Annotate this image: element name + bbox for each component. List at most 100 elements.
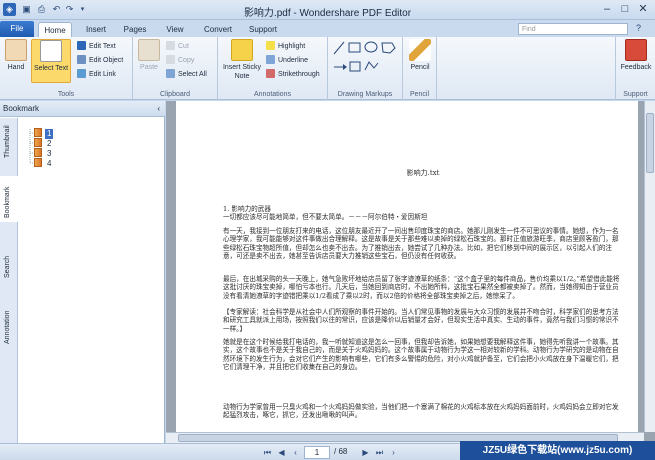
minimize-icon[interactable]: –	[600, 2, 614, 16]
tab-annotation[interactable]: Annotation	[0, 296, 18, 348]
annotations-group-label: Annotations	[254, 91, 291, 98]
highlight-icon	[266, 41, 275, 50]
tab-pages[interactable]: Pages	[118, 22, 152, 37]
document-paragraph: 动物行为学家曾用一只臭火鸡和一个火鸡妈妈做实验，当他们把一个塞满了棉花的火鸡标本…	[223, 403, 619, 420]
panel-title: Bookmark	[3, 104, 40, 113]
tab-search[interactable]: Search	[0, 244, 18, 284]
tab-support[interactable]: Support	[243, 22, 283, 37]
bookmark-item[interactable]: 1	[34, 128, 54, 139]
tab-convert[interactable]: Convert	[198, 22, 238, 37]
copy-button[interactable]: Copy	[166, 55, 194, 66]
strikethrough-icon	[266, 69, 275, 78]
ribbon-tabs: File Home Insert Pages View Convert Supp…	[0, 20, 655, 37]
underline-icon	[266, 55, 275, 64]
tab-thumbnail[interactable]: Thumbnail	[0, 118, 18, 164]
drawing-shapes[interactable]	[332, 40, 398, 76]
document-heading: 影响力.txt	[406, 169, 440, 177]
tab-home[interactable]: Home	[38, 22, 72, 37]
copy-icon	[166, 55, 175, 64]
document-paragraph: 她就是在这个时候给我打电话的，我一听就知道这是怎么一回事，但我却告诉她，如果她想…	[223, 338, 619, 372]
bookmark-item[interactable]: 4	[34, 158, 53, 168]
document-view[interactable]: 影响力.txt 1. 影响力的武器 一切都应该尽可能地简单，但不要太简单。－－－…	[166, 101, 655, 443]
tools-group-label: Tools	[57, 91, 75, 98]
pencil-group: Pencil Pencil	[403, 37, 437, 100]
file-menu-button[interactable]: File	[0, 21, 34, 37]
close-icon[interactable]: ✕	[636, 2, 650, 16]
edit-link-icon	[77, 69, 86, 78]
forward-icon[interactable]: ›	[388, 447, 399, 458]
watermark-banner: JZ5U绿色下载站(www.jz5u.com)	[460, 441, 655, 460]
vertical-scrollbar[interactable]	[644, 101, 655, 432]
page-total: / 68	[334, 447, 348, 456]
bookmark-item[interactable]: 2	[34, 138, 53, 148]
select-all-button[interactable]: Select All	[166, 69, 207, 80]
document-paragraph: 1. 影响力的武器 一切都应该尽可能地简单，但不要太简单。－－－阿尔伯特・爱因斯…	[223, 205, 428, 222]
collapse-panel-icon[interactable]: ‹	[157, 101, 160, 117]
cloud-tool-icon	[381, 42, 396, 54]
strikethrough-button[interactable]: Strikethrough	[266, 69, 320, 80]
feedback-button[interactable]: Feedback	[618, 39, 654, 72]
pencil-button[interactable]: Pencil	[406, 39, 434, 72]
last-page-icon[interactable]: ⏭	[374, 447, 385, 458]
bookmark-icon	[34, 138, 42, 147]
document-paragraph: 【专家解读：社会科学是从社会中人们所观察的事件开始的。当人们常见事物的发展与大众…	[223, 308, 619, 333]
page-number-input[interactable]: 1	[304, 446, 330, 459]
paste-button[interactable]: Paste	[137, 39, 161, 72]
ribbon: Hand Select Text Edit Text Edit Object E…	[0, 37, 655, 100]
side-tabs: Thumbnail Bookmark Search Annotation	[0, 118, 18, 443]
edit-text-icon	[77, 41, 86, 50]
tools-group: Hand Select Text Edit Text Edit Object E…	[0, 37, 133, 100]
arrow-head	[343, 64, 347, 70]
line-tool-icon	[333, 41, 345, 55]
window-title: 影响力.pdf - Wondershare PDF Editor	[243, 8, 412, 19]
tab-view[interactable]: View	[158, 22, 192, 37]
select-all-icon	[166, 69, 175, 78]
hand-icon	[5, 39, 27, 61]
back-icon[interactable]: ‹	[290, 447, 301, 458]
polyline-tool-icon	[364, 61, 379, 71]
edit-text-button[interactable]: Edit Text	[77, 41, 116, 52]
support-group-label: Support	[623, 91, 648, 98]
textbox-tool-icon	[349, 61, 361, 72]
select-text-button[interactable]: Select Text	[31, 39, 71, 83]
title-bar: ◈ ▣ ⎙ ↶ ↷ ▾ 影响力.pdf - Wondershare PDF Ed…	[0, 0, 655, 20]
bookmark-panel: Bookmark ‹ Thumbnail Bookmark Search Ann…	[0, 101, 165, 443]
insert-sticky-note-button[interactable]: Insert Sticky Note	[220, 39, 264, 81]
underline-button[interactable]: Underline	[266, 55, 308, 66]
tab-bookmark[interactable]: Bookmark	[0, 176, 18, 222]
pencil-group-label: Pencil	[409, 91, 430, 98]
document-paragraph: 最后，在出城采购的头一天晚上，她气急败坏地给店员留了张字迹潦草的纸条：“这个盒子…	[223, 275, 620, 300]
drawing-markups-group: Drawing Markups	[328, 37, 403, 100]
support-group: Feedback Support	[615, 37, 655, 100]
edit-object-icon	[77, 55, 86, 64]
sticky-note-icon	[231, 39, 253, 61]
find-input[interactable]: Find	[518, 23, 628, 35]
edit-link-button[interactable]: Edit Link	[77, 69, 116, 80]
bookmark-icon	[34, 158, 42, 167]
pdf-page[interactable]: 影响力.txt 1. 影响力的武器 一切都应该尽可能地简单，但不要太简单。－－－…	[176, 101, 638, 432]
panel-header: Bookmark ‹	[0, 101, 165, 117]
pencil-icon	[409, 39, 431, 61]
bookmark-item[interactable]: 3	[34, 148, 53, 158]
clipboard-group: Paste Cut Copy Select All Clipboard	[133, 37, 218, 100]
highlight-button[interactable]: Highlight	[266, 41, 305, 52]
annotations-group: Insert Sticky Note Highlight Underline S…	[218, 37, 328, 100]
tab-insert[interactable]: Insert	[80, 22, 112, 37]
previous-page-icon[interactable]: ◀	[276, 447, 287, 458]
next-page-icon[interactable]: ▶	[360, 447, 371, 458]
cut-icon	[166, 41, 175, 50]
help-icon[interactable]: ?	[632, 22, 645, 35]
bookmark-icon	[34, 128, 42, 137]
gift-icon	[625, 39, 647, 61]
first-page-icon[interactable]: ⏮	[262, 447, 273, 458]
drawing-markups-group-label: Drawing Markups	[337, 91, 393, 98]
clipboard-group-label: Clipboard	[160, 91, 190, 98]
cut-button[interactable]: Cut	[166, 41, 189, 52]
rectangle-tool-icon	[348, 42, 361, 53]
maximize-icon[interactable]: □	[618, 2, 632, 16]
edit-object-button[interactable]: Edit Object	[77, 55, 123, 66]
cursor-icon	[40, 40, 62, 62]
hand-button[interactable]: Hand	[3, 39, 29, 72]
document-paragraph: 有一天，我接到一位朋友打来的电话，这位朋友最近开了一间出售印度珠宝的商店。她那儿…	[223, 227, 619, 261]
scroll-thumb[interactable]	[646, 113, 654, 173]
